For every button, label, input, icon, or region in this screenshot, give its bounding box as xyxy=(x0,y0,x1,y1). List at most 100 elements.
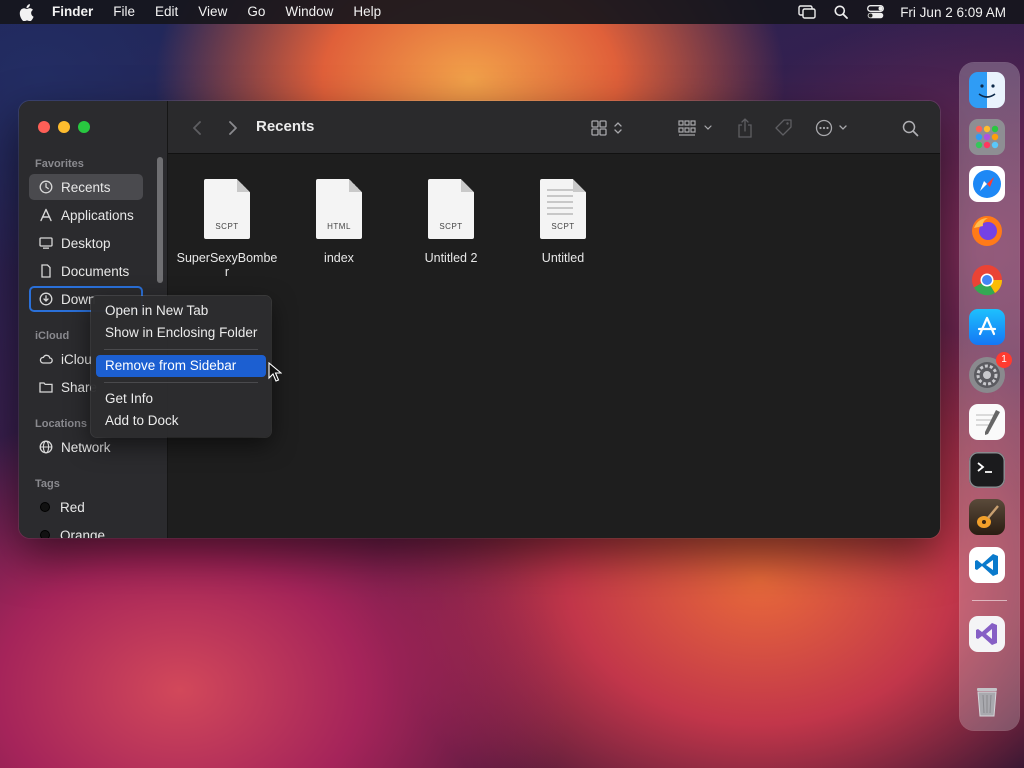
safari-icon[interactable] xyxy=(969,166,1005,202)
visual-studio-icon[interactable] xyxy=(969,616,1005,652)
menu-file[interactable]: File xyxy=(103,0,145,24)
close-window-button[interactable] xyxy=(38,121,50,133)
sidebar-scrollbar[interactable] xyxy=(157,157,163,283)
context-menu: Open in New Tab Show in Enclosing Folder… xyxy=(91,296,271,437)
sidebar-item-recents[interactable]: Recents xyxy=(29,174,143,200)
menu-item-add-to-dock[interactable]: Add to Dock xyxy=(96,410,266,432)
launchpad-icon[interactable] xyxy=(969,119,1005,155)
sidebar-item-applications[interactable]: Applications xyxy=(29,202,143,228)
control-center-icon[interactable] xyxy=(858,0,892,24)
window-title: Recents xyxy=(256,118,315,135)
group-grid-icon xyxy=(678,120,712,136)
sidebar-item-label: Network xyxy=(61,439,111,455)
menu-item-get-info[interactable]: Get Info xyxy=(96,388,266,410)
shared-folder-icon xyxy=(37,379,55,395)
terminal-icon[interactable] xyxy=(969,452,1005,488)
clock-icon xyxy=(37,179,55,195)
sidebar-item-label: iClou xyxy=(61,351,92,367)
tag-icon xyxy=(775,119,792,136)
file-item[interactable]: SCPT Untitled 2 xyxy=(392,179,510,265)
zoom-window-button[interactable] xyxy=(78,121,90,133)
mouse-pointer-icon xyxy=(268,362,282,382)
sidebar-item-label: Recents xyxy=(61,179,111,195)
window-controls xyxy=(38,121,90,133)
menubar-clock[interactable]: Fri Jun 2 6:09 AM xyxy=(892,5,1024,20)
html-file-icon: HTML xyxy=(316,179,362,239)
file-name: Untitled 2 xyxy=(424,251,478,265)
search-button[interactable] xyxy=(899,116,921,140)
menu-help[interactable]: Help xyxy=(343,0,391,24)
sidebar-section-tags: Tags xyxy=(35,478,60,490)
spotlight-search-icon[interactable] xyxy=(824,0,858,24)
menu-item-show-in-enclosing-folder[interactable]: Show in Enclosing Folder xyxy=(96,322,266,344)
chevron-right-icon xyxy=(229,121,237,135)
file-name: Untitled xyxy=(541,251,585,265)
sidebar-section-icloud: iCloud xyxy=(35,330,70,342)
menu-window[interactable]: Window xyxy=(275,0,343,24)
sidebar-section-locations: Locations xyxy=(35,418,87,430)
menu-separator xyxy=(104,382,258,383)
sidebar-item-tag-orange[interactable]: Orange xyxy=(29,522,143,538)
file-item[interactable]: HTML index xyxy=(280,179,398,265)
sidebar-item-tag-red[interactable]: Red xyxy=(29,494,143,520)
dock: 1 xyxy=(960,63,1019,730)
share-icon xyxy=(738,118,752,138)
view-mode-button[interactable] xyxy=(591,116,627,140)
finder-icon[interactable] xyxy=(969,72,1005,108)
group-by-button[interactable] xyxy=(678,116,716,140)
sidebar-item-label: Documents xyxy=(61,263,130,279)
screen-mirroring-icon[interactable] xyxy=(790,0,824,24)
chrome-icon[interactable] xyxy=(969,262,1005,298)
file-name: index xyxy=(324,251,354,265)
tag-color-dot xyxy=(40,502,50,512)
menu-app-name[interactable]: Finder xyxy=(52,0,103,24)
applications-icon xyxy=(37,207,55,223)
sidebar-item-network[interactable]: Network xyxy=(29,434,143,460)
sidebar-item-label: Desktop xyxy=(61,235,111,251)
sidebar-item-desktop[interactable]: Desktop xyxy=(29,230,143,256)
menu-separator xyxy=(104,349,258,350)
menu-item-remove-from-sidebar[interactable]: Remove from Sidebar xyxy=(96,355,266,377)
text-preview-lines xyxy=(547,189,573,219)
tag-button[interactable] xyxy=(773,116,795,140)
search-icon xyxy=(902,120,918,136)
file-kind-label: SCPT xyxy=(551,222,575,231)
menu-edit[interactable]: Edit xyxy=(145,0,188,24)
visual-studio-code-icon[interactable] xyxy=(969,547,1005,583)
forward-button[interactable] xyxy=(224,116,242,140)
file-item[interactable]: SCPT Untitled xyxy=(504,179,622,265)
app-store-icon[interactable] xyxy=(969,309,1005,345)
notification-badge: 1 xyxy=(996,352,1012,368)
apple-menu-icon[interactable] xyxy=(0,3,52,21)
sidebar-item-label: Orange xyxy=(60,527,106,539)
toolbar: Recents xyxy=(168,101,940,154)
firefox-icon[interactable] xyxy=(969,213,1005,249)
sidebar-item-documents[interactable]: Documents xyxy=(29,258,143,284)
minimize-window-button[interactable] xyxy=(58,121,70,133)
garageband-icon[interactable] xyxy=(969,499,1005,535)
share-button[interactable] xyxy=(734,116,756,140)
network-icon xyxy=(37,439,55,455)
menu-bar: Finder File Edit View Go Window Help Fri… xyxy=(0,0,1024,24)
cloud-icon xyxy=(37,351,55,367)
menu-go[interactable]: Go xyxy=(237,0,275,24)
file-kind-label: SCPT xyxy=(215,222,239,231)
file-browser-content: SCPT SuperSexyBomber HTML index SCPT Unt… xyxy=(168,155,940,538)
back-button[interactable] xyxy=(188,116,206,140)
script-file-icon: SCPT xyxy=(204,179,250,239)
file-name: SuperSexyBomber xyxy=(176,251,278,279)
menu-item-open-in-new-tab[interactable]: Open in New Tab xyxy=(96,300,266,322)
textedit-icon[interactable] xyxy=(969,404,1005,440)
dock-separator xyxy=(972,600,1007,601)
trash-icon[interactable] xyxy=(969,683,1005,719)
icon-view-grid-icon xyxy=(591,120,622,136)
downloads-icon xyxy=(37,291,55,307)
action-menu-button[interactable] xyxy=(815,116,853,140)
file-item[interactable]: SCPT SuperSexyBomber xyxy=(168,179,286,279)
chevron-left-icon xyxy=(193,121,201,135)
document-icon xyxy=(37,263,55,279)
sidebar-item-label: Red xyxy=(60,499,85,515)
menu-view[interactable]: View xyxy=(188,0,237,24)
sidebar-section-favorites: Favorites xyxy=(35,158,84,170)
desktop-icon xyxy=(37,235,55,251)
